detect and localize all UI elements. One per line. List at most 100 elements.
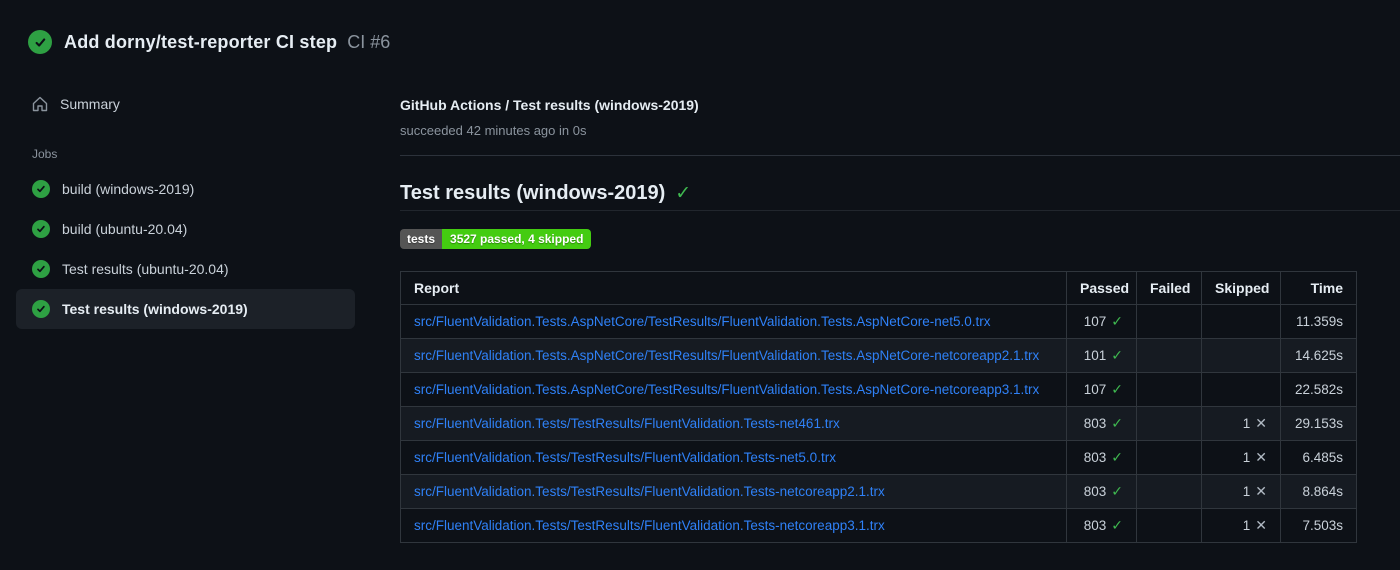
time-cell: 6.485s bbox=[1280, 440, 1357, 475]
failed-cell bbox=[1136, 304, 1202, 339]
failed-cell bbox=[1136, 440, 1202, 475]
column-header-time: Time bbox=[1280, 271, 1357, 305]
results-table-body: src/FluentValidation.Tests.AspNetCore/Te… bbox=[400, 304, 1357, 543]
table-row: src/FluentValidation.Tests.AspNetCore/Te… bbox=[400, 338, 1357, 373]
sidebar-summary-label: Summary bbox=[60, 96, 120, 112]
column-header-passed: Passed bbox=[1066, 271, 1137, 305]
table-row: src/FluentValidation.Tests/TestResults/F… bbox=[400, 440, 1357, 475]
report-cell: src/FluentValidation.Tests.AspNetCore/Te… bbox=[400, 372, 1067, 407]
section-heading: Test results (windows-2019) ✓ bbox=[400, 182, 691, 205]
run-number: CI #6 bbox=[347, 31, 391, 52]
time-cell: 14.625s bbox=[1280, 338, 1357, 373]
report-cell: src/FluentValidation.Tests/TestResults/F… bbox=[400, 440, 1067, 475]
table-row: src/FluentValidation.Tests/TestResults/F… bbox=[400, 474, 1357, 509]
report-link[interactable]: src/FluentValidation.Tests/TestResults/F… bbox=[414, 518, 885, 533]
passed-cell: 107 ✓ bbox=[1066, 372, 1137, 407]
check-icon: ✓ bbox=[1111, 381, 1123, 397]
time-cell: 29.153s bbox=[1280, 406, 1357, 441]
job-label: build (ubuntu-20.04) bbox=[62, 221, 188, 237]
column-header-failed: Failed bbox=[1136, 271, 1202, 305]
jobs-section-label: Jobs bbox=[32, 147, 58, 161]
skipped-cell: 1 ✕ bbox=[1201, 440, 1281, 475]
check-run-title: GitHub Actions / Test results (windows-2… bbox=[400, 97, 699, 113]
sidebar-job-item[interactable]: build (windows-2019) bbox=[16, 169, 355, 209]
sidebar-job-item[interactable]: Test results (ubuntu-20.04) bbox=[16, 249, 355, 289]
check-icon: ✓ bbox=[1111, 449, 1123, 465]
divider bbox=[400, 210, 1400, 211]
cross-icon: ✕ bbox=[1255, 517, 1267, 533]
run-title: Add dorny/test-reporter CI step bbox=[64, 31, 338, 52]
cross-icon: ✕ bbox=[1255, 449, 1267, 465]
failed-cell bbox=[1136, 372, 1202, 407]
success-circle-icon bbox=[32, 300, 50, 318]
job-label: Test results (ubuntu-20.04) bbox=[62, 261, 229, 277]
table-row: src/FluentValidation.Tests/TestResults/F… bbox=[400, 508, 1357, 543]
check-icon: ✓ bbox=[1111, 313, 1123, 329]
success-circle-icon bbox=[32, 220, 50, 238]
divider bbox=[400, 155, 1400, 156]
badge-label: tests bbox=[400, 229, 443, 249]
badge-value: 3527 passed, 4 skipped bbox=[442, 229, 592, 249]
report-link[interactable]: src/FluentValidation.Tests.AspNetCore/Te… bbox=[414, 348, 1039, 363]
skipped-cell bbox=[1201, 304, 1281, 339]
report-link[interactable]: src/FluentValidation.Tests.AspNetCore/Te… bbox=[414, 314, 991, 329]
home-icon bbox=[32, 96, 48, 112]
report-link[interactable]: src/FluentValidation.Tests/TestResults/F… bbox=[414, 484, 885, 499]
skipped-cell: 1 ✕ bbox=[1201, 508, 1281, 543]
check-icon: ✓ bbox=[1111, 517, 1123, 533]
report-cell: src/FluentValidation.Tests/TestResults/F… bbox=[400, 474, 1067, 509]
table-header-row: Report Passed Failed Skipped Time bbox=[400, 271, 1357, 305]
time-cell: 22.582s bbox=[1280, 372, 1357, 407]
table-row: src/FluentValidation.Tests.AspNetCore/Te… bbox=[400, 304, 1357, 339]
skipped-cell: 1 ✕ bbox=[1201, 474, 1281, 509]
jobs-list: build (windows-2019) build (ubuntu-20.04… bbox=[16, 169, 355, 329]
report-cell: src/FluentValidation.Tests.AspNetCore/Te… bbox=[400, 338, 1067, 373]
failed-cell bbox=[1136, 338, 1202, 373]
time-cell: 8.864s bbox=[1280, 474, 1357, 509]
cross-icon: ✕ bbox=[1255, 415, 1267, 431]
column-header-skipped: Skipped bbox=[1201, 271, 1281, 305]
passed-cell: 107 ✓ bbox=[1066, 304, 1137, 339]
job-label: build (windows-2019) bbox=[62, 181, 195, 197]
success-circle-icon bbox=[32, 260, 50, 278]
success-circle-icon bbox=[28, 30, 52, 54]
check-icon: ✓ bbox=[1111, 347, 1123, 363]
report-link[interactable]: src/FluentValidation.Tests/TestResults/F… bbox=[414, 416, 840, 431]
report-cell: src/FluentValidation.Tests/TestResults/F… bbox=[400, 406, 1067, 441]
passed-cell: 803 ✓ bbox=[1066, 508, 1137, 543]
passed-cell: 803 ✓ bbox=[1066, 440, 1137, 475]
table-row: src/FluentValidation.Tests/TestResults/F… bbox=[400, 406, 1357, 441]
column-header-report: Report bbox=[400, 271, 1067, 305]
sidebar-item-summary[interactable]: Summary bbox=[16, 88, 355, 120]
sidebar: Summary Jobs build (windows-2019) build … bbox=[16, 88, 355, 329]
cross-icon: ✕ bbox=[1255, 483, 1267, 499]
main-content: GitHub Actions / Test results (windows-2… bbox=[400, 0, 1400, 570]
section-title: Test results (windows-2019) bbox=[400, 182, 666, 204]
success-circle-icon bbox=[32, 180, 50, 198]
failed-cell bbox=[1136, 406, 1202, 441]
tests-badge: tests 3527 passed, 4 skipped bbox=[400, 229, 592, 249]
report-cell: src/FluentValidation.Tests/TestResults/F… bbox=[400, 508, 1067, 543]
passed-cell: 101 ✓ bbox=[1066, 338, 1137, 373]
passed-cell: 803 ✓ bbox=[1066, 406, 1137, 441]
time-cell: 11.359s bbox=[1280, 304, 1357, 339]
passed-cell: 803 ✓ bbox=[1066, 474, 1137, 509]
report-link[interactable]: src/FluentValidation.Tests/TestResults/F… bbox=[414, 450, 836, 465]
report-link[interactable]: src/FluentValidation.Tests.AspNetCore/Te… bbox=[414, 382, 1039, 397]
sidebar-job-item[interactable]: build (ubuntu-20.04) bbox=[16, 209, 355, 249]
check-icon: ✓ bbox=[1111, 415, 1123, 431]
failed-cell bbox=[1136, 474, 1202, 509]
results-table: Report Passed Failed Skipped Time src/Fl… bbox=[400, 271, 1357, 543]
failed-cell bbox=[1136, 508, 1202, 543]
sidebar-job-item[interactable]: Test results (windows-2019) bbox=[16, 289, 355, 329]
job-label: Test results (windows-2019) bbox=[62, 301, 248, 317]
table-row: src/FluentValidation.Tests.AspNetCore/Te… bbox=[400, 372, 1357, 407]
check-run-status: succeeded 42 minutes ago in 0s bbox=[400, 123, 587, 138]
report-cell: src/FluentValidation.Tests.AspNetCore/Te… bbox=[400, 304, 1067, 339]
skipped-cell: 1 ✕ bbox=[1201, 406, 1281, 441]
time-cell: 7.503s bbox=[1280, 508, 1357, 543]
skipped-cell bbox=[1201, 372, 1281, 407]
skipped-cell bbox=[1201, 338, 1281, 373]
workflow-run-header: Add dorny/test-reporter CI step CI #6 bbox=[28, 30, 390, 54]
check-icon: ✓ bbox=[675, 183, 692, 204]
